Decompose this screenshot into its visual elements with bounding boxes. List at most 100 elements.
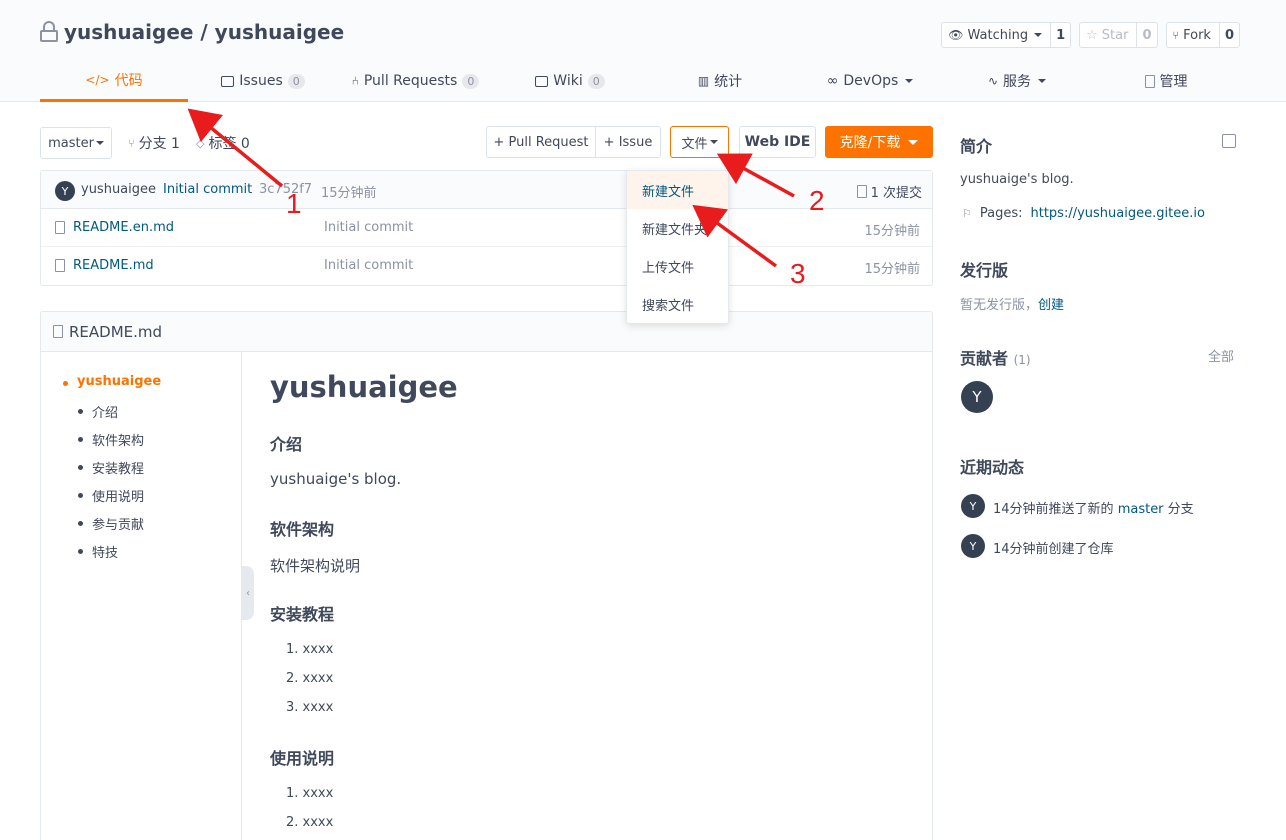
activity-item: 14分钟前创建了仓库: [993, 542, 1114, 557]
chevron-down-icon: [905, 79, 914, 83]
release-empty: 暂无发行版，创建: [960, 294, 1064, 313]
devops-icon: ∞: [826, 73, 839, 89]
chevron-down-icon: [1038, 79, 1047, 83]
tab-wiki[interactable]: Wiki 0: [530, 60, 610, 102]
pages-row: ⚐ Pages: https://yushuaigee.gitee.io: [962, 206, 1205, 221]
commit-message[interactable]: Initial commit: [163, 182, 252, 197]
fork-button[interactable]: ⑂ Fork 0: [1165, 22, 1240, 48]
tab-label: 服务: [1003, 74, 1032, 90]
branch-select[interactable]: master: [40, 127, 112, 159]
avatar[interactable]: Y: [961, 381, 993, 413]
activity-item: 14分钟前推送了新的 master 分支: [993, 498, 1194, 517]
file-icon: [55, 221, 65, 234]
branches-label: 分支 1: [138, 136, 180, 152]
tags-link[interactable]: ◇ 标签 0: [196, 133, 250, 153]
avatar[interactable]: Y: [55, 181, 75, 201]
readme-header: README.md: [41, 312, 932, 352]
tab-badge: 0: [587, 73, 605, 89]
tags-label: 标签 0: [208, 136, 250, 152]
toc-item[interactable]: 介绍: [77, 402, 118, 421]
watch-button[interactable]: 👁 Watching 1: [941, 22, 1072, 48]
release-empty-text: 暂无发行版，: [960, 298, 1039, 313]
tab-badge: 0: [462, 73, 480, 89]
repo-actions: 👁 Watching 1 ☆ Star 0 ⑂ Fork 0: [941, 22, 1240, 48]
file-name[interactable]: README.en.md: [73, 220, 174, 235]
new-pull-request-button[interactable]: + Pull Request: [486, 126, 596, 158]
activity-branch-link[interactable]: master: [1118, 502, 1164, 517]
file-time: 15分钟前: [864, 262, 920, 277]
tab-service[interactable]: ∿ 服务: [985, 60, 1049, 102]
toc-item[interactable]: yushuaigee: [62, 374, 161, 389]
avatar[interactable]: Y: [961, 494, 985, 518]
file-commit-message[interactable]: Initial commit: [324, 220, 413, 235]
chevron-down-icon: [1034, 33, 1043, 37]
create-release-link[interactable]: 创建: [1038, 298, 1064, 313]
toc-item[interactable]: 安装教程: [77, 458, 144, 477]
web-ide-label: Web IDE: [744, 134, 811, 150]
avatar[interactable]: Y: [961, 534, 985, 558]
file-menu-label: 文件: [681, 136, 708, 152]
menu-item-new-folder[interactable]: 新建文件夹: [627, 209, 728, 247]
web-ide-button[interactable]: Web IDE: [739, 126, 816, 158]
list-item: 2. xxxx: [286, 815, 334, 830]
commit-count-label: 1 次提交: [870, 186, 922, 201]
tab-label: Issues: [239, 73, 283, 89]
chevron-left-icon: ‹: [246, 587, 250, 599]
repo-tabs: </> 代码 Issues 0 ⑃ Pull Requests 0 Wiki 0…: [40, 60, 1240, 102]
tab-label: DevOps: [843, 73, 899, 89]
file-menu-button[interactable]: 文件: [670, 126, 729, 158]
readme-paragraph: yushuaige's blog.: [270, 470, 402, 488]
activity-text: 分支: [1167, 502, 1194, 517]
file-time: 15分钟前: [864, 224, 920, 239]
clone-download-button[interactable]: 克隆/下载: [825, 126, 933, 158]
new-pull-request-label: + Pull Request: [493, 134, 589, 150]
file-name[interactable]: README.md: [73, 258, 154, 273]
readme-heading: 安装教程: [270, 605, 335, 624]
branch-icon: ⑂: [128, 136, 135, 150]
tab-devops[interactable]: ∞ DevOps: [825, 60, 915, 102]
star-button[interactable]: ☆ Star 0: [1079, 22, 1158, 48]
commit-count-link[interactable]: 1 次提交: [856, 182, 922, 201]
edit-icon[interactable]: [1222, 134, 1236, 148]
fork-count[interactable]: 0: [1218, 23, 1239, 47]
star-count[interactable]: 0: [1136, 23, 1156, 47]
activity-title: 近期动态: [960, 458, 1025, 477]
menu-item-new-file[interactable]: 新建文件: [627, 171, 728, 209]
menu-item-upload-file[interactable]: 上传文件: [627, 247, 728, 285]
service-icon: ∿: [987, 74, 999, 88]
repo-title-text[interactable]: yushuaigee / yushuaigee: [64, 20, 344, 44]
toc-item[interactable]: 使用说明: [77, 486, 144, 505]
toc-collapse-handle[interactable]: ‹: [242, 566, 254, 620]
toc-item[interactable]: 参与贡献: [77, 514, 144, 533]
file-icon: [55, 259, 65, 272]
new-issue-button[interactable]: + Issue: [595, 126, 661, 158]
chevron-down-icon: [908, 139, 919, 145]
lock-icon: [40, 21, 58, 43]
pull-request-icon: ⑃: [351, 74, 359, 88]
chevron-down-icon: [95, 141, 104, 145]
watch-count[interactable]: 1: [1050, 23, 1070, 47]
branches-link[interactable]: ⑂ 分支 1: [128, 133, 180, 153]
menu-item-search-file[interactable]: 搜索文件: [627, 285, 728, 323]
file-commit-message[interactable]: Initial commit: [324, 258, 413, 273]
tab-manage[interactable]: 管理: [1140, 60, 1192, 102]
readme-toc: yushuaigee 介绍 软件架构 安装教程 使用说明 参与贡献 特技: [41, 352, 242, 840]
tab-pull-requests[interactable]: ⑃ Pull Requests 0: [348, 60, 483, 102]
readme-paragraph: 软件架构说明: [270, 557, 361, 575]
tab-issues[interactable]: Issues 0: [208, 60, 318, 102]
tab-code[interactable]: </> 代码: [40, 60, 188, 102]
toc-item[interactable]: 软件架构: [77, 430, 144, 449]
star-label: Star: [1101, 27, 1129, 43]
commit-author[interactable]: yushuaigee: [81, 182, 156, 197]
annotation-number-1: 1: [286, 188, 302, 219]
eye-icon: 👁: [948, 28, 964, 42]
tab-badge: 0: [287, 73, 305, 89]
tab-label: 管理: [1159, 74, 1188, 90]
annotation-number-3: 3: [790, 258, 806, 289]
pages-link[interactable]: https://yushuaigee.gitee.io: [1031, 206, 1205, 221]
pages-label: Pages:: [979, 206, 1023, 221]
readme-heading: 使用说明: [270, 749, 335, 768]
contributors-all-link[interactable]: 全部: [1208, 346, 1234, 365]
toc-item[interactable]: 特技: [77, 542, 118, 561]
tab-stats[interactable]: ▥ 统计: [690, 60, 750, 102]
